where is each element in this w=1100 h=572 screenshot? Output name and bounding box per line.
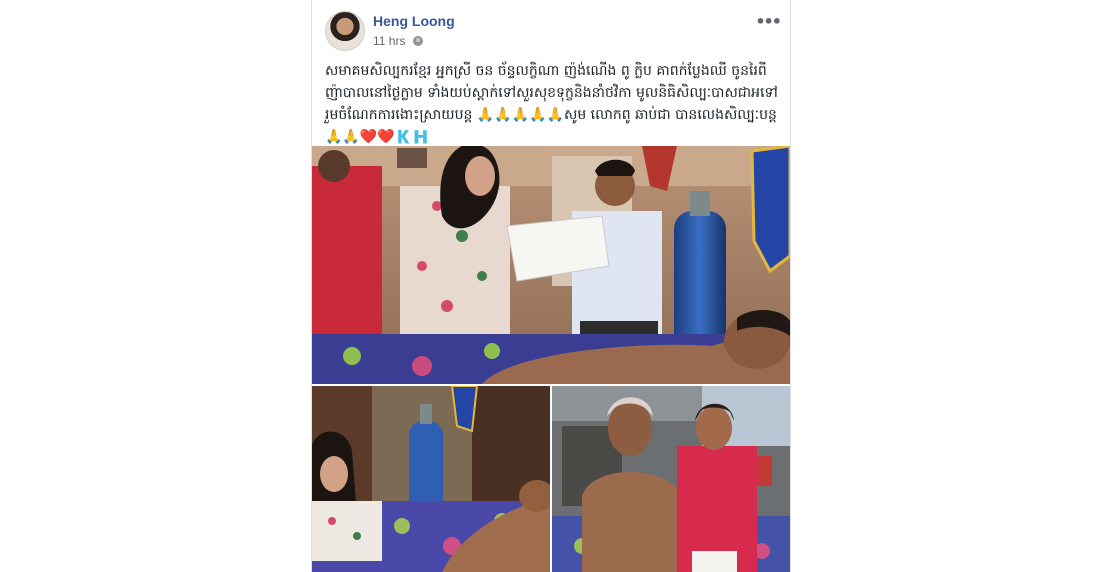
globe-icon bbox=[412, 36, 423, 46]
photo-main[interactable] bbox=[312, 146, 790, 384]
facebook-post: Heng Loong 11 hrs ••• សមាគមសិល្បករខ្មែរ … bbox=[311, 0, 791, 572]
post-meta: 11 hrs bbox=[373, 34, 423, 48]
photo-bottom-left[interactable] bbox=[312, 386, 550, 572]
author-name[interactable]: Heng Loong bbox=[373, 13, 455, 29]
post-time[interactable]: 11 hrs bbox=[373, 34, 405, 48]
author-avatar[interactable] bbox=[325, 11, 365, 51]
post-text: សមាគមសិល្បករខ្មែរ អ្នកស្រី ចន ច័ន្ទលក្ខិ… bbox=[325, 63, 778, 145]
photo-bottom-right[interactable] bbox=[552, 386, 790, 572]
post-header: Heng Loong 11 hrs ••• bbox=[325, 10, 782, 52]
more-options-icon[interactable]: ••• bbox=[755, 12, 782, 31]
